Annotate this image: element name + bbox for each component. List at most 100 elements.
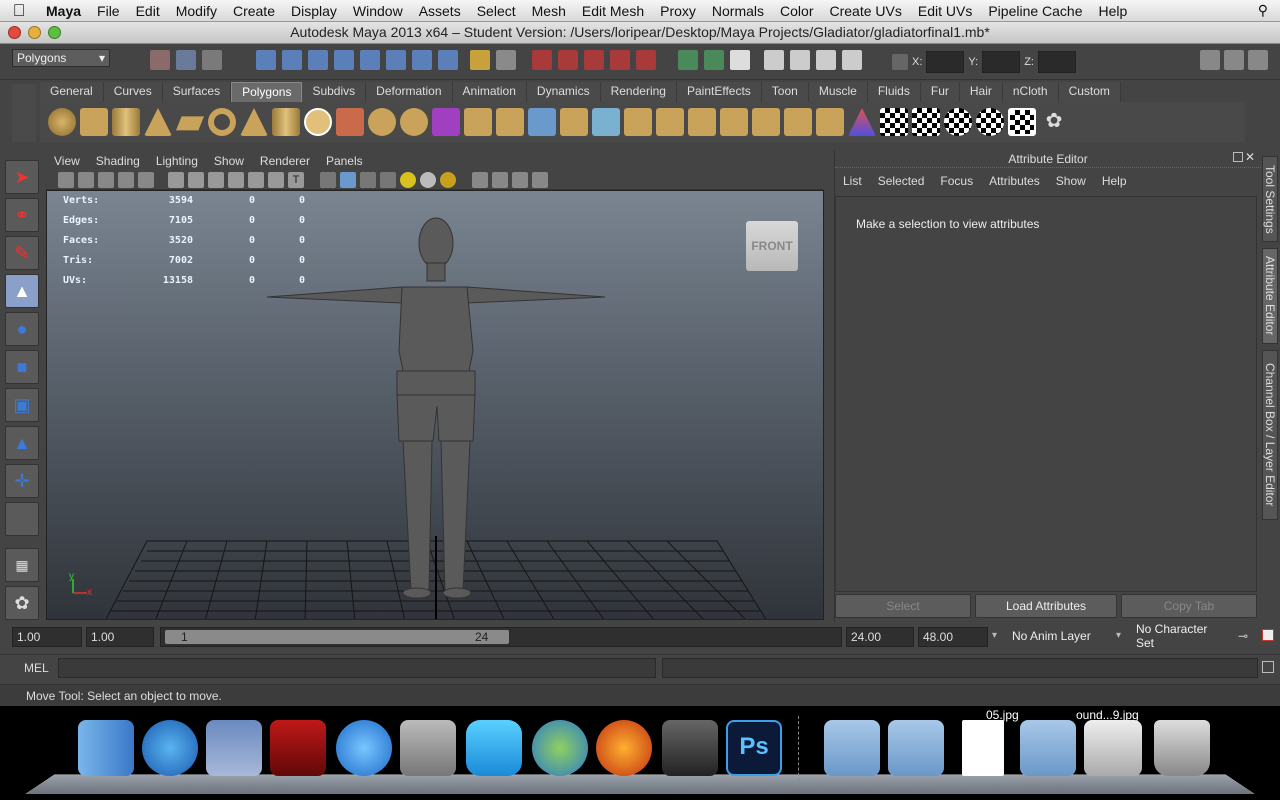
show-channel-box-icon[interactable] [1248,50,1268,70]
joint-mask-icon[interactable] [282,50,302,70]
range-slider-track[interactable]: 1 24 [160,627,842,647]
construction-history-icon[interactable] [730,50,750,70]
merge-vertices-icon[interactable] [624,108,652,136]
anim-layer-chevron-down-icon[interactable]: ▾ [992,630,997,641]
anim-layer-dropdown[interactable]: No Anim Layer [1008,627,1116,645]
poly-pipe-icon[interactable] [272,108,300,136]
select-camera-icon[interactable] [58,172,74,188]
transform-field-icon[interactable] [892,54,908,70]
playback-end-field[interactable]: 24.00 [846,627,914,647]
firefox-icon[interactable] [596,720,652,776]
separate-icon[interactable] [368,108,396,136]
lasso-tool-icon[interactable]: ⚭ [5,198,39,232]
screenshot-stack-icon[interactable] [1084,720,1142,776]
poly-pyramid-icon[interactable] [240,108,268,136]
mel-label[interactable]: MEL [24,661,49,675]
menu-color[interactable]: Color [772,3,821,19]
photoshop-icon[interactable]: Ps [726,720,782,776]
extrude-icon[interactable] [464,108,492,136]
xray-active-icon[interactable] [512,172,528,188]
rotate-tool-icon[interactable]: ● [5,312,39,346]
wireframe-icon[interactable] [320,172,336,188]
menu-file[interactable]: File [89,3,128,19]
insert-edge-loop-icon[interactable] [656,108,684,136]
layout-toggle-icon[interactable]: ▦ [5,548,39,582]
film-gate-icon[interactable] [188,172,204,188]
close-window-icon[interactable] [8,26,21,39]
lock-selection-icon[interactable] [470,50,490,70]
handle-mask-icon[interactable] [256,50,276,70]
tab-attribute-editor[interactable]: Attribute Editor [1262,248,1278,344]
end-time-field[interactable]: 48.00 [918,627,988,647]
combine-icon[interactable] [336,108,364,136]
misc-mask-icon[interactable] [438,50,458,70]
poly-sphere-icon[interactable] [48,108,76,136]
spherical-mapping-icon[interactable] [944,108,972,136]
finder-icon[interactable] [78,720,134,776]
gate-mask-icon[interactable] [228,172,244,188]
poly-plane-icon[interactable] [176,116,204,131]
tab-hair[interactable]: Hair [959,82,1003,102]
highlight-selection-icon[interactable] [496,50,516,70]
float-panel-icon[interactable] [1233,152,1243,162]
input-ops-icon[interactable] [678,50,698,70]
select-tool-icon[interactable]: ➤ [5,160,39,194]
viewport-menu-shading[interactable]: Shading [88,154,148,168]
ae-menu-show[interactable]: Show [1048,172,1094,192]
wireframe-on-shaded-icon[interactable] [360,172,376,188]
extract-face-icon[interactable] [784,108,812,136]
ipr-render-icon[interactable] [816,50,836,70]
textured-icon[interactable] [380,172,396,188]
viewport-menu-view[interactable]: View [46,154,88,168]
menu-display[interactable]: Display [283,3,345,19]
bridge-icon[interactable] [496,108,524,136]
two-d-pan-zoom-icon[interactable] [138,172,154,188]
bevel-icon[interactable] [592,108,620,136]
smooth-proxy-icon[interactable] [432,108,460,136]
last-tool-slot[interactable] [5,502,39,536]
make-live-icon[interactable] [636,50,656,70]
show-manipulator-tool-icon[interactable]: ✛ [5,464,39,498]
viewport-menu-renderer[interactable]: Renderer [252,154,318,168]
tab-animation[interactable]: Animation [452,82,527,102]
isolate-select-icon[interactable] [472,172,488,188]
minimize-window-icon[interactable] [28,26,41,39]
load-attributes-button[interactable]: Load Attributes [975,594,1117,618]
poly-platonic-icon[interactable] [304,108,332,136]
render-frame-icon[interactable] [790,50,810,70]
tab-ncloth[interactable]: nCloth [1002,82,1059,102]
poke-face-icon[interactable] [688,108,716,136]
x-field[interactable] [926,51,965,73]
viewport-menu-show[interactable]: Show [206,154,252,168]
tab-general[interactable]: General [40,82,104,102]
menu-maya[interactable]: Maya [38,3,89,19]
tab-polygons[interactable]: Polygons [231,82,303,102]
poly-cone-icon[interactable] [144,108,172,136]
photo-booth-icon[interactable] [270,720,326,776]
downloads-folder-icon[interactable] [1020,720,1076,776]
select-by-hierarchy-icon[interactable] [150,50,170,70]
tab-deformation[interactable]: Deformation [366,82,453,102]
script-editor-icon[interactable] [1262,661,1274,673]
snap-curve-icon[interactable] [558,50,578,70]
trash-icon[interactable] [1154,720,1210,776]
render-view-icon[interactable] [764,50,784,70]
start-time-field[interactable]: 1.00 [12,627,82,647]
apple-icon[interactable]:  [0,1,38,21]
menu-pipeline-cache[interactable]: Pipeline Cache [980,3,1090,19]
zoom-window-icon[interactable] [48,26,61,39]
tab-toon[interactable]: Toon [761,82,809,102]
field-chart-icon[interactable] [248,172,264,188]
safe-action-icon[interactable] [268,172,284,188]
menu-window[interactable]: Window [345,3,411,19]
tab-dynamics[interactable]: Dynamics [526,82,601,102]
tab-curves[interactable]: Curves [103,82,163,102]
safe-title-icon[interactable]: T [288,172,304,188]
image-plane-icon[interactable] [118,172,134,188]
output-ops-icon[interactable] [704,50,724,70]
viewport-menu-lighting[interactable]: Lighting [148,154,206,168]
select-button[interactable]: Select [835,594,971,618]
menu-normals[interactable]: Normals [704,3,772,19]
tab-tool-settings[interactable]: Tool Settings [1262,156,1278,242]
grid-icon[interactable] [168,172,184,188]
